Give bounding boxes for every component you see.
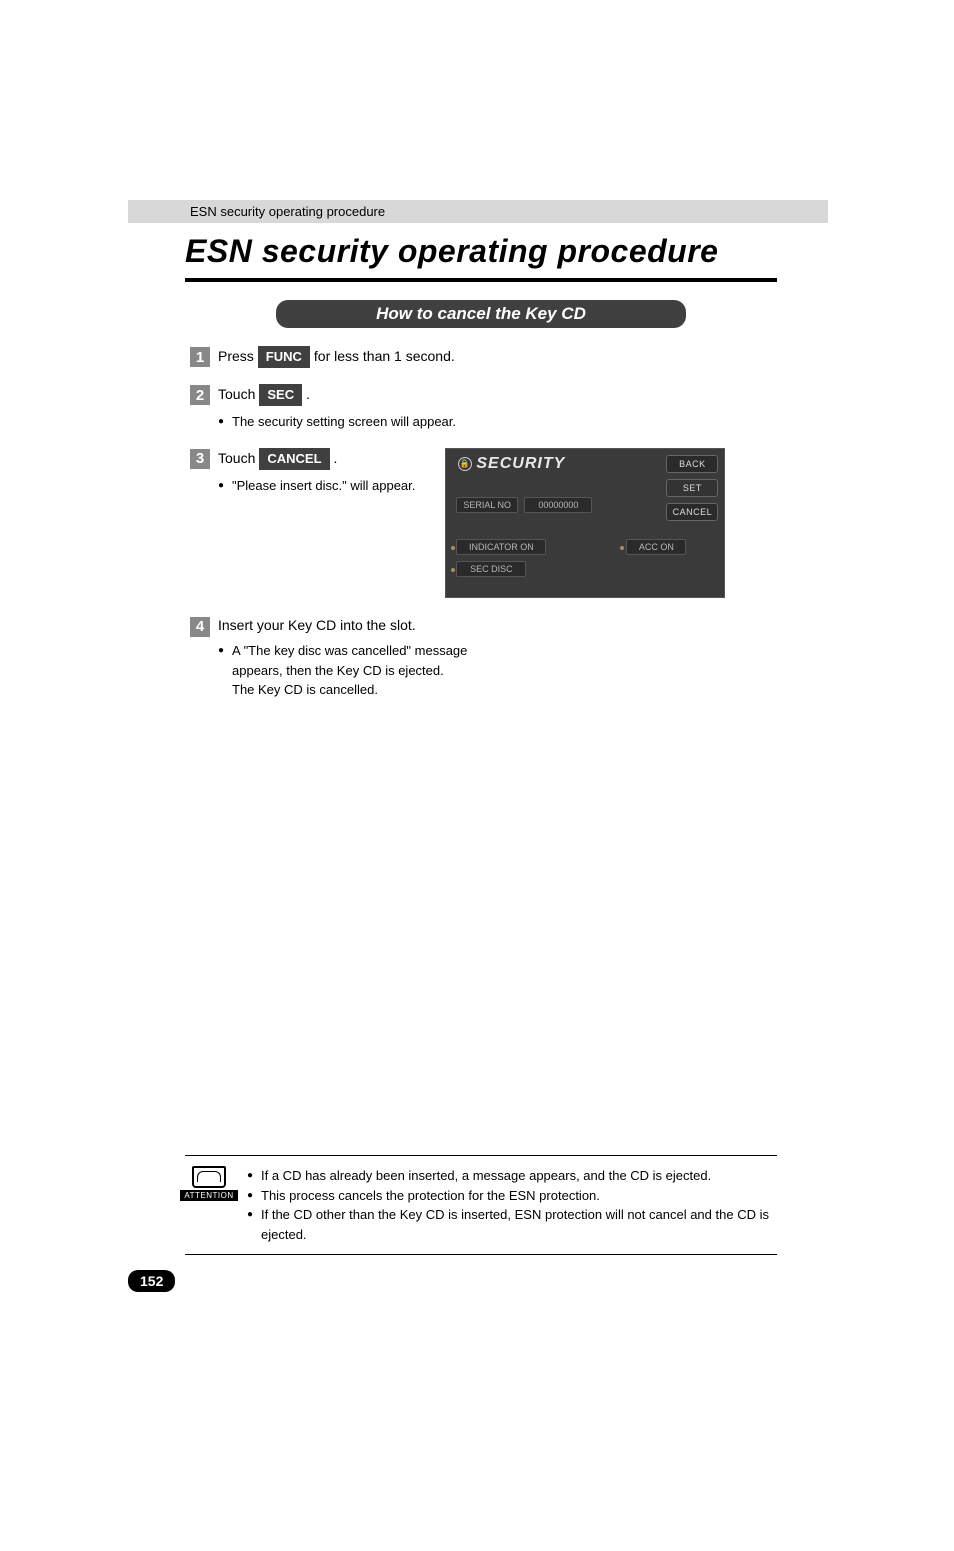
steps-list: 1 Press FUNC for less than 1 second. 2 T…	[190, 346, 954, 700]
lock-icon: 🔒	[458, 457, 472, 471]
step-text: .	[306, 385, 310, 405]
sec-button[interactable]: SEC	[259, 384, 302, 406]
title-rule	[185, 278, 777, 282]
serial-label: SERIAL NO	[456, 497, 518, 513]
panel-cancel-button[interactable]: CANCEL	[666, 503, 718, 521]
security-title: 🔒 SECURITY	[458, 455, 565, 473]
indicator-dot-icon	[451, 546, 455, 550]
step-number: 1	[190, 347, 210, 367]
acc-on-button[interactable]: ACC ON	[626, 539, 686, 555]
serial-value: 00000000	[524, 497, 592, 513]
step-bullet: The security setting screen will appear.	[218, 412, 456, 432]
sec-disc-button[interactable]: SEC DISC	[456, 561, 526, 577]
step-number: 3	[190, 449, 210, 469]
breadcrumb: ESN security operating procedure	[128, 200, 828, 223]
step-text: Insert your Key CD into the slot.	[218, 616, 416, 636]
cancel-button[interactable]: CANCEL	[259, 448, 329, 470]
panel-back-button[interactable]: BACK	[666, 455, 718, 473]
step-2: 2 Touch SEC . The security setting scree…	[190, 384, 954, 432]
attention-item: If a CD has already been inserted, a mes…	[247, 1166, 777, 1186]
step-1: 1 Press FUNC for less than 1 second.	[190, 346, 954, 368]
func-button[interactable]: FUNC	[258, 346, 310, 368]
security-screen: 🔒 SECURITY BACK SET CANCEL SERIAL NO 000…	[445, 448, 725, 598]
step-number: 2	[190, 385, 210, 405]
indicator-on-button[interactable]: INDICATOR ON	[456, 539, 546, 555]
step-text: for less than 1 second.	[314, 347, 455, 367]
attention-item: If the CD other than the Key CD is inser…	[247, 1205, 777, 1244]
page-number: 152	[128, 1270, 175, 1292]
step-continuation: The Key CD is cancelled.	[218, 680, 478, 700]
indicator-dot-icon	[620, 546, 624, 550]
step-text: .	[334, 449, 338, 469]
step-text: Press	[218, 347, 254, 367]
section-title: How to cancel the Key CD	[276, 300, 686, 328]
attention-box: ATTENTION If a CD has already been inser…	[185, 1155, 777, 1255]
book-icon	[192, 1166, 226, 1188]
attention-item: This process cancels the protection for …	[247, 1186, 777, 1206]
step-3: 3 Touch CANCEL . "Please insert disc." w…	[190, 448, 415, 496]
step-text: Touch	[218, 449, 255, 469]
panel-set-button[interactable]: SET	[666, 479, 718, 497]
step-bullet: "Please insert disc." will appear.	[218, 476, 415, 496]
step-bullet: A "The key disc was cancelled" message a…	[218, 641, 478, 680]
attention-label: ATTENTION	[180, 1190, 237, 1201]
step-number: 4	[190, 617, 210, 637]
step-text: Touch	[218, 385, 255, 405]
step-4: 4 Insert your Key CD into the slot. A "T…	[190, 616, 954, 700]
indicator-dot-icon	[451, 568, 455, 572]
page-title: ESN security operating procedure	[185, 233, 954, 270]
